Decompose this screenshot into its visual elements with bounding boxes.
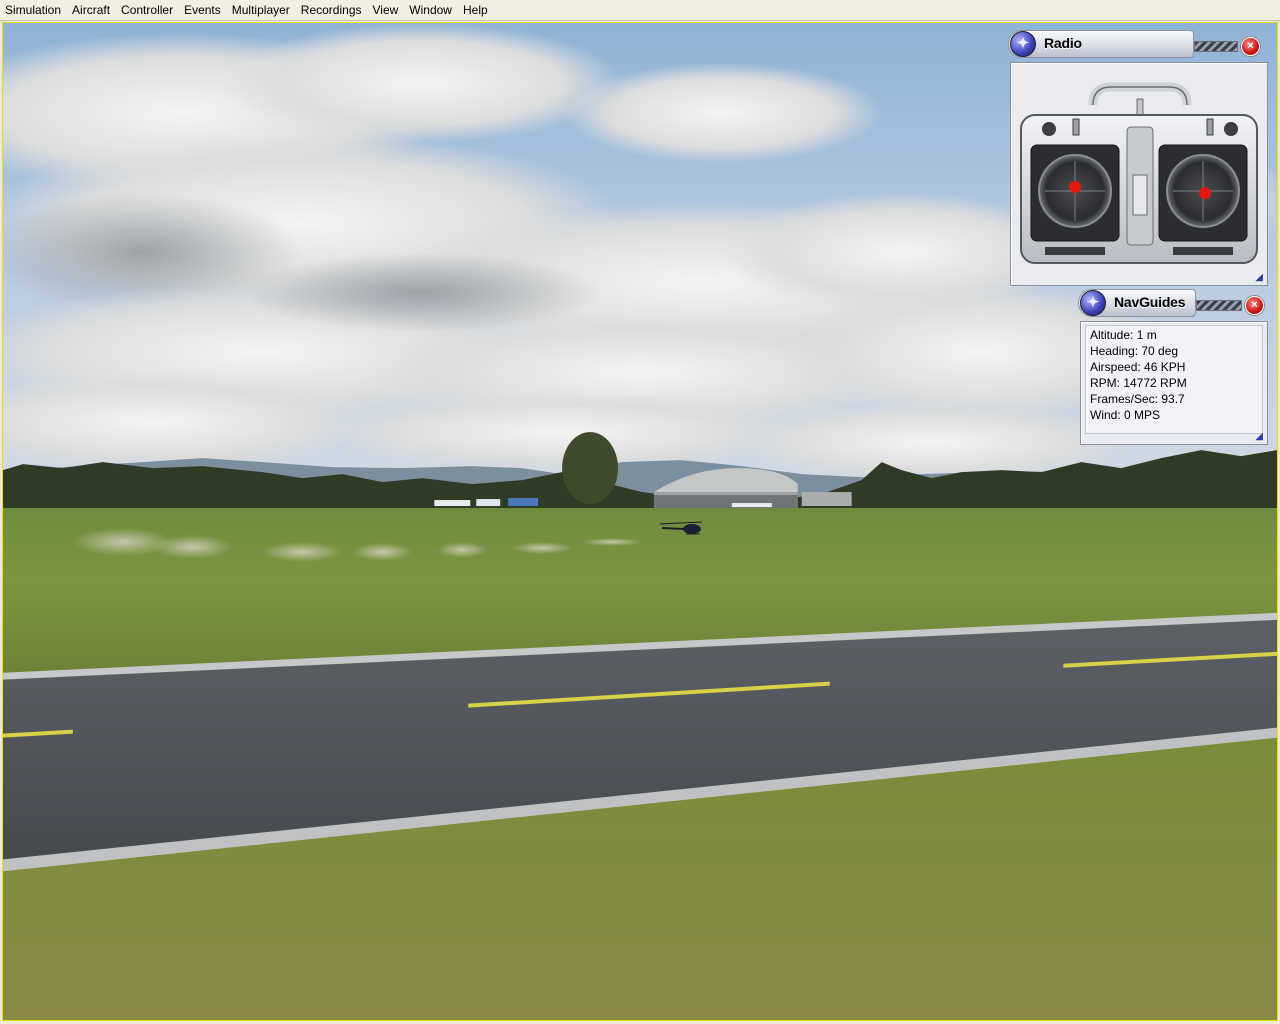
right-stick-dot	[1199, 187, 1211, 199]
transmitter-graphic	[1020, 82, 1258, 264]
navguides-panel[interactable]: ✦ NavGuides × Altitude: 1 m Heading: 70 …	[1078, 289, 1270, 447]
navguides-readout: Altitude: 1 m Heading: 70 deg Airspeed: …	[1085, 325, 1263, 434]
menu-recordings[interactable]: Recordings	[296, 0, 368, 20]
close-icon[interactable]: ×	[1245, 296, 1264, 315]
title-stripes	[1194, 41, 1238, 52]
left-stick-dot	[1069, 181, 1081, 193]
menu-help[interactable]: Help	[458, 0, 494, 20]
propeller-logo-icon: ✦	[1010, 31, 1036, 57]
propeller-logo-icon: ✦	[1080, 290, 1106, 316]
rpm-readout: RPM: 14772 RPM	[1090, 376, 1187, 390]
menu-controller[interactable]: Controller	[116, 0, 179, 20]
close-icon[interactable]: ×	[1241, 37, 1260, 56]
resize-grip-icon[interactable]: ◢	[1255, 273, 1263, 283]
menu-multiplayer[interactable]: Multiplayer	[227, 0, 296, 20]
wind-readout: Wind: 0 MPS	[1090, 408, 1161, 422]
heading-readout: Heading: 70 deg	[1090, 344, 1179, 358]
fps-readout: Frames/Sec: 93.7	[1090, 392, 1185, 406]
navguides-body: Altitude: 1 m Heading: 70 deg Airspeed: …	[1080, 321, 1268, 445]
radio-title: Radio	[1044, 35, 1082, 51]
menu-simulation[interactable]: Simulation	[0, 0, 67, 20]
radio-titlebar[interactable]: ✦ Radio ×	[1008, 30, 1270, 60]
title-stripes	[1196, 300, 1242, 311]
radio-panel[interactable]: ✦ Radio × ◢	[1008, 30, 1270, 288]
altitude-readout: Altitude: 1 m	[1090, 328, 1157, 342]
airspeed-readout: Airspeed: 46 KPH	[1090, 360, 1186, 374]
radio-panel-body: ◢	[1010, 62, 1268, 286]
navguides-title: NavGuides	[1114, 294, 1186, 310]
menu-window[interactable]: Window	[404, 0, 458, 20]
navguides-titlebar[interactable]: ✦ NavGuides ×	[1078, 289, 1270, 319]
menu-view[interactable]: View	[368, 0, 405, 20]
menu-bar: Simulation Aircraft Controller Events Mu…	[0, 0, 1280, 21]
menu-events[interactable]: Events	[179, 0, 227, 20]
menu-aircraft[interactable]: Aircraft	[67, 0, 116, 20]
resize-grip-icon[interactable]: ◢	[1255, 432, 1263, 442]
